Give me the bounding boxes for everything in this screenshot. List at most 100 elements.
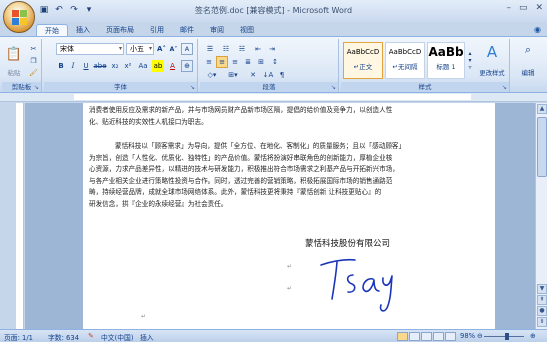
zoom-in-icon[interactable]: ⊕ bbox=[530, 332, 536, 340]
distributed-icon[interactable]: ⊞ bbox=[255, 56, 267, 68]
paragraph-launcher-icon[interactable]: ↘ bbox=[331, 84, 336, 91]
copy-icon[interactable]: ❐ bbox=[28, 55, 39, 67]
style-heading-1-name: 标题 1 bbox=[436, 63, 456, 71]
show-marks-icon[interactable]: ¶ bbox=[276, 69, 288, 81]
style-normal-preview: AaBbCcD bbox=[346, 48, 380, 56]
align-left-icon[interactable]: ≡ bbox=[203, 56, 215, 68]
zoom-slider-track[interactable] bbox=[484, 336, 524, 337]
page-indicator[interactable]: 页面: 1/1 bbox=[4, 332, 33, 342]
clear-format-icon[interactable]: A bbox=[181, 43, 193, 55]
chevron-down-icon: ▾ bbox=[118, 45, 122, 52]
paragraph-mark: ↵ bbox=[287, 263, 293, 270]
company-name: 蒙恬科技股份有限公司 bbox=[305, 239, 391, 249]
change-case-icon[interactable]: Aa bbox=[136, 60, 150, 72]
font-size-box[interactable]: 小五 ▾ bbox=[126, 43, 154, 55]
insert-mode[interactable]: 插入 bbox=[140, 332, 154, 342]
scroll-down-icon[interactable]: ▼ bbox=[537, 284, 547, 294]
language-indicator[interactable]: 中文(中国) bbox=[101, 332, 134, 342]
font-name-box[interactable]: 宋体 ▾ bbox=[56, 43, 124, 55]
font-name-value: 宋体 bbox=[60, 45, 74, 53]
style-no-spacing[interactable]: AaBbCcD ↵无间隔 bbox=[385, 42, 425, 79]
scroll-thumb[interactable] bbox=[537, 117, 547, 177]
numbering-icon[interactable]: ☷ bbox=[219, 43, 233, 55]
word-count[interactable]: 字数: 634 bbox=[48, 332, 79, 342]
subscript-icon[interactable]: x₂ bbox=[109, 60, 121, 72]
shading-icon[interactable]: ◇▾ bbox=[203, 69, 221, 81]
align-right-icon[interactable]: ≡ bbox=[229, 56, 241, 68]
borders-icon[interactable]: ⊞▾ bbox=[224, 69, 242, 81]
font-color-icon[interactable]: A bbox=[167, 60, 178, 72]
bold-icon[interactable]: B bbox=[56, 60, 66, 72]
clipboard-launcher-icon[interactable]: ↘ bbox=[34, 84, 39, 91]
strikethrough-icon[interactable]: abe bbox=[93, 60, 106, 72]
font-label: 字体 bbox=[44, 82, 197, 92]
style-normal[interactable]: AaBbCcD ↵正文 bbox=[343, 42, 383, 79]
scroll-up-icon[interactable]: ▲ bbox=[537, 104, 547, 114]
previous-page-icon[interactable]: ⇞ bbox=[537, 295, 547, 305]
outline-view-icon[interactable] bbox=[433, 332, 444, 341]
full-screen-view-icon[interactable] bbox=[409, 332, 420, 341]
grow-font-icon[interactable]: A˄ bbox=[156, 43, 167, 55]
chinese-layout-icon[interactable]: ✕ bbox=[246, 69, 260, 81]
bullets-icon[interactable]: ☰ bbox=[203, 43, 217, 55]
styles-launcher-icon[interactable]: ↘ bbox=[502, 84, 507, 91]
zoom-out-icon[interactable]: ⊖ bbox=[477, 332, 483, 340]
vertical-scrollbar[interactable]: ▲ ▼ ⇞ ● ⇟ bbox=[535, 103, 547, 329]
text-line: 心资源，力求产品差异性，以精进的技术与研发能力，积极推出符合市场需求之利基产品与… bbox=[89, 165, 399, 173]
line-spacing-icon[interactable]: ↕ bbox=[269, 56, 281, 68]
maximize-icon[interactable]: ▭ bbox=[519, 3, 528, 13]
editing-button[interactable]: 编辑 bbox=[514, 66, 542, 78]
proofing-icon[interactable]: ✎ bbox=[88, 332, 94, 340]
office-button[interactable] bbox=[3, 1, 35, 33]
vertical-ruler[interactable] bbox=[16, 103, 24, 329]
highlight-icon[interactable]: ab bbox=[152, 60, 164, 72]
paragraph-1: 消费者使用反应及需求的新产品，并与市场网员财产品新市场区隔，提倡的给价值及竞争力… bbox=[89, 105, 499, 128]
decrease-indent-icon[interactable]: ⇤ bbox=[252, 43, 264, 55]
font-group: 宋体 ▾ 小五 ▾ A˄ A˅ A B I U abe x₂ x² Aa ab A … bbox=[44, 39, 198, 92]
editing-group: ⌕ 编辑 bbox=[512, 39, 545, 92]
change-styles-icon[interactable]: A bbox=[477, 42, 507, 62]
close-icon[interactable]: ✕ bbox=[535, 3, 543, 13]
text-line: 蒙恬科技以「顾客需求」为导向，提供「全方位、在地化、客制化」的质量服务；且以「感… bbox=[115, 142, 406, 150]
font-launcher-icon[interactable]: ↘ bbox=[190, 84, 195, 91]
help-icon[interactable]: ◉ bbox=[534, 25, 541, 34]
text-line: 畴，持续经营品牌，成就全球市场网络体系。此外，蒙恬科技更将秉持『蒙恬创新 让科技… bbox=[89, 188, 382, 196]
increase-indent-icon[interactable]: ⇥ bbox=[266, 43, 278, 55]
change-styles-button[interactable]: 更改样式 bbox=[475, 66, 509, 78]
find-icon[interactable]: ⌕ bbox=[520, 43, 536, 57]
align-center-icon[interactable]: ≡ bbox=[216, 56, 228, 68]
style-heading-1[interactable]: AaBb 标题 1 bbox=[427, 42, 465, 79]
enclose-char-icon[interactable]: ⊕ bbox=[181, 60, 193, 72]
sort-icon[interactable]: ↓A bbox=[262, 69, 274, 81]
shrink-font-icon[interactable]: A˅ bbox=[168, 43, 179, 55]
format-painter-icon[interactable]: 🖌 bbox=[28, 67, 39, 79]
zoom-slider-thumb[interactable] bbox=[505, 333, 509, 340]
print-layout-view-icon[interactable] bbox=[397, 332, 408, 341]
styles-gallery-scroll-icon[interactable]: ▴ ▾ ▿ bbox=[466, 42, 474, 79]
draft-view-icon[interactable] bbox=[445, 332, 456, 341]
web-layout-view-icon[interactable] bbox=[421, 332, 432, 341]
superscript-icon[interactable]: x² bbox=[122, 60, 134, 72]
style-no-spacing-name: ↵无间隔 bbox=[392, 63, 418, 71]
select-browse-object-icon[interactable]: ● bbox=[537, 306, 547, 316]
document-area: 消费者使用反应及需求的新产品，并与市场网员财产品新市场区隔，提倡的给价值及竞争力… bbox=[25, 103, 535, 329]
next-page-icon[interactable]: ⇟ bbox=[537, 317, 547, 327]
zoom-level[interactable]: 98% bbox=[460, 332, 475, 340]
multilevel-list-icon[interactable]: ☵ bbox=[235, 43, 249, 55]
text-line: 为宗旨，创造「人性化、优质化、独特性」的产品价值。蒙恬将扮演好串联角色的创新能力… bbox=[89, 153, 393, 162]
window-controls: – ▭ ✕ bbox=[506, 3, 543, 13]
paste-button[interactable]: 粘贴 bbox=[3, 66, 25, 78]
cut-icon[interactable]: ✂ bbox=[28, 43, 39, 55]
minimize-icon[interactable]: – bbox=[506, 3, 511, 13]
horizontal-ruler[interactable] bbox=[0, 93, 547, 102]
underline-icon[interactable]: U bbox=[80, 60, 92, 72]
style-normal-name: ↵正文 bbox=[353, 63, 373, 71]
paragraph-mark: ↵ bbox=[287, 285, 293, 292]
paste-icon[interactable]: 📋 bbox=[6, 43, 22, 65]
document-page[interactable]: 消费者使用反应及需求的新产品，并与市场网员财产品新市场区隔，提倡的给价值及竞争力… bbox=[83, 103, 495, 329]
office-logo-icon bbox=[11, 9, 27, 25]
italic-icon[interactable]: I bbox=[68, 60, 78, 72]
style-heading-1-preview: AaBb bbox=[428, 45, 464, 59]
justify-icon[interactable]: ≣ bbox=[242, 56, 254, 68]
window-title: 签名范例.doc [兼容模式] - Microsoft Word bbox=[194, 6, 353, 15]
